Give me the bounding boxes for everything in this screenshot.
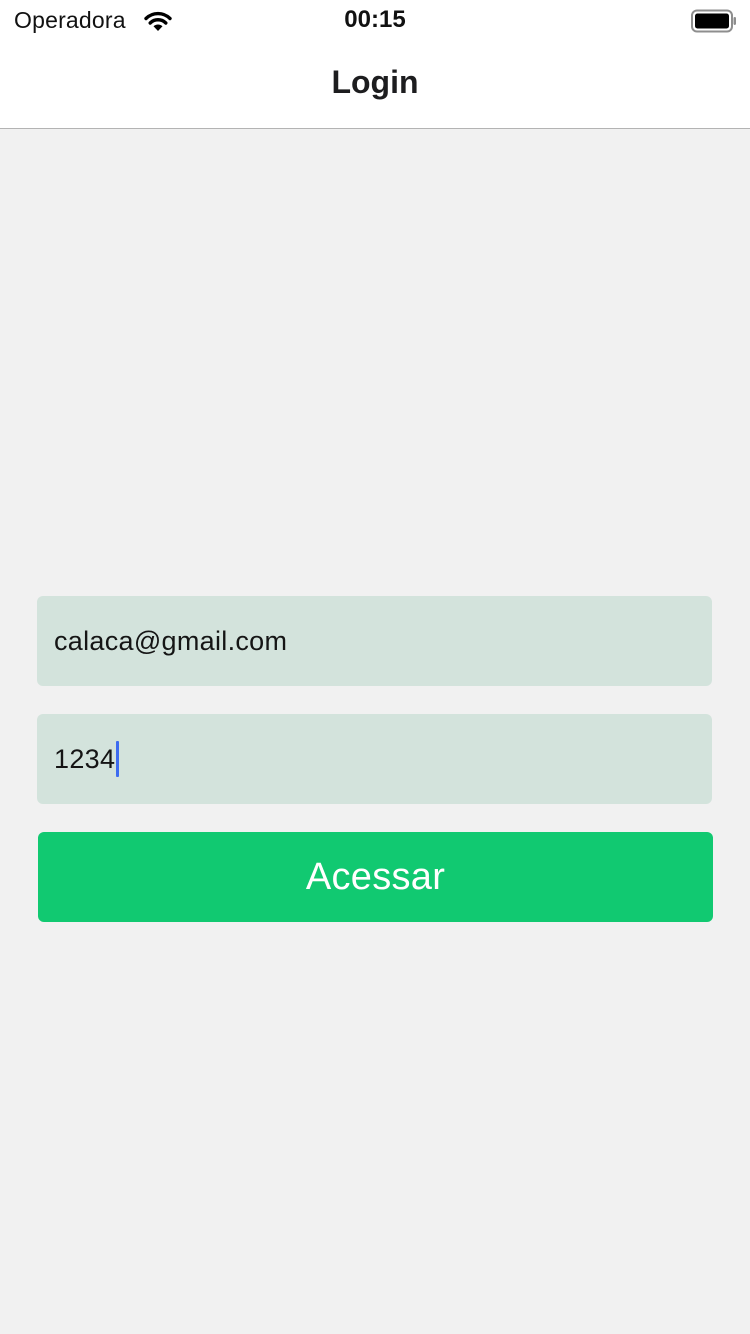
access-button[interactable]: Acessar — [38, 832, 713, 922]
access-button-label: Acessar — [305, 855, 446, 898]
password-field[interactable]: 1234 — [37, 714, 712, 804]
status-time: 00:15 — [344, 6, 406, 33]
email-field-value: calaca@gmail.com — [54, 625, 288, 656]
status-bar: Operadora 00:15 — [0, 0, 750, 40]
password-field-value: 1234 — [54, 743, 116, 774]
navigation-bar: Login — [0, 40, 750, 129]
email-field[interactable]: calaca@gmail.com — [37, 596, 712, 686]
page-title: Login — [331, 64, 419, 100]
text-cursor — [116, 741, 120, 777]
battery-full-icon — [691, 9, 737, 33]
